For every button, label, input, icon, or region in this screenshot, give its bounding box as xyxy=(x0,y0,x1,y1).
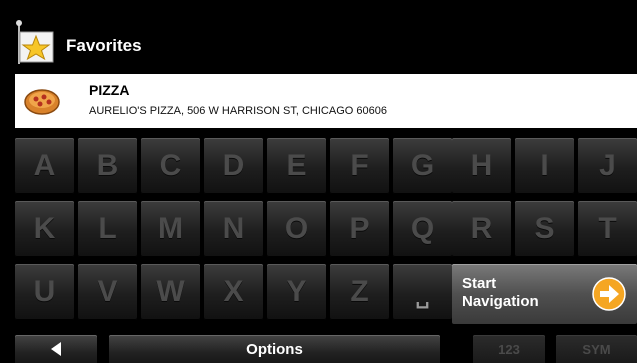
numeric-keyboard-button[interactable]: 123 xyxy=(473,335,545,363)
pizza-icon xyxy=(24,89,60,115)
header-bar: Favorites xyxy=(0,0,637,72)
result-name: PIZZA xyxy=(89,82,130,98)
result-address: AURELIO'S PIZZA, 506 W HARRISON ST, CHIC… xyxy=(89,105,387,117)
start-navigation-label: Start Navigation xyxy=(462,275,539,311)
key-d[interactable]: D xyxy=(204,138,263,194)
favorites-flag-icon xyxy=(16,20,54,64)
page-title: Favorites xyxy=(66,36,142,55)
key-v[interactable]: V xyxy=(78,264,137,320)
key-u[interactable]: U xyxy=(15,264,74,320)
key-w[interactable]: W xyxy=(141,264,200,320)
key-n[interactable]: N xyxy=(204,201,263,257)
key-l[interactable]: L xyxy=(78,201,137,257)
arrow-right-circle-icon xyxy=(592,277,626,311)
favorite-result-item[interactable]: PIZZA AURELIO'S PIZZA, 506 W HARRISON ST… xyxy=(15,74,637,128)
key-p[interactable]: P xyxy=(330,201,389,257)
start-navigation-label-line2: Navigation xyxy=(462,293,539,310)
triangle-left-icon xyxy=(51,342,61,356)
start-navigation-button[interactable]: Start Navigation xyxy=(452,264,637,324)
key-z[interactable]: Z xyxy=(330,264,389,320)
key-m[interactable]: M xyxy=(141,201,200,257)
key-e[interactable]: E xyxy=(267,138,326,194)
key-a[interactable]: A xyxy=(15,138,74,194)
key-o[interactable]: O xyxy=(267,201,326,257)
start-navigation-label-line1: Start xyxy=(462,275,497,292)
symbols-keyboard-button[interactable]: SYM xyxy=(556,335,637,363)
key-h[interactable]: H xyxy=(452,138,511,194)
options-button[interactable]: Options xyxy=(109,335,440,363)
key-s[interactable]: S xyxy=(515,201,574,257)
key-r[interactable]: R xyxy=(452,201,511,257)
key-b[interactable]: B xyxy=(78,138,137,194)
back-button[interactable] xyxy=(15,335,97,363)
key-c[interactable]: C xyxy=(141,138,200,194)
key-q[interactable]: Q xyxy=(393,201,452,257)
key-f[interactable]: F xyxy=(330,138,389,194)
key-j[interactable]: J xyxy=(578,138,637,194)
key-y[interactable]: Y xyxy=(267,264,326,320)
key-k[interactable]: K xyxy=(15,201,74,257)
key-i[interactable]: I xyxy=(515,138,574,194)
key-space[interactable]: ␣ xyxy=(393,264,452,320)
key-g[interactable]: G xyxy=(393,138,452,194)
key-x[interactable]: X xyxy=(204,264,263,320)
key-t[interactable]: T xyxy=(578,201,637,257)
